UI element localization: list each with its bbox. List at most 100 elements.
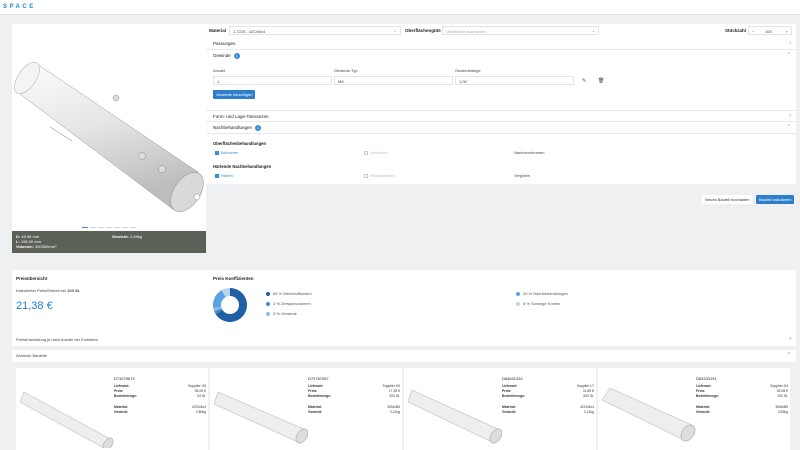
surface-label: Oberflächengüte (405, 28, 441, 33)
chevron-right-icon: › (789, 113, 791, 119)
qty-value[interactable]: 100 (765, 29, 772, 34)
price-overview: Preisübersicht Kalkulierter Preis/Einhei… (12, 270, 206, 334)
view-dot[interactable] (130, 226, 136, 228)
similar-part-card[interactable]: D64631332 Lieferant: Supplier L7 Preis: 11… (404, 368, 596, 450)
similar-parts-section[interactable]: Ähnliche Bauteile ⌃ (12, 350, 796, 362)
price-value: 35,05 € (194, 389, 206, 393)
supplier-row: Lieferant: Supplier G6 (114, 384, 206, 388)
option-verguten[interactable]: Vergüten (514, 173, 530, 178)
part-3d-model[interactable] (12, 24, 206, 214)
legend-label: 3 % Gewinde (273, 311, 297, 316)
similar-part-card[interactable]: D83333151 Lieferant: Supplier D4 Preis: 33… (598, 368, 790, 450)
legend-item: 8 % Sonstige Kosten (516, 301, 560, 306)
thread-col-count: Anzahl (213, 68, 226, 73)
brand-logo[interactable]: SPACE (3, 4, 36, 10)
calculate-part-button[interactable]: Bauteil kalkulieren (756, 195, 795, 204)
legend-item: 3 % Gewinde (266, 311, 297, 316)
config-bar: Material 1.7225 - 42CrMo4 ⌄ Oberflächeng… (206, 24, 796, 38)
thread-type-input[interactable]: M8 (334, 76, 453, 85)
surface-select[interactable]: Oberfläche auswählen ⌄ (442, 26, 599, 35)
view-pagination[interactable] (82, 224, 138, 230)
add-thread-button[interactable]: Gewinde hinzufügen (213, 90, 256, 99)
qty-label: Bestellmenge: (308, 394, 332, 398)
price-description: Kalkulierter Preis/Einheit bei 100 St. (16, 288, 80, 293)
weight-label: Gewicht: (502, 410, 517, 414)
similar-parts-list: D73279679 Lieferant: Supplier G6 Preis: 35… (12, 364, 796, 450)
qty-value: 24 St. (197, 394, 206, 398)
material-value: 1.7225 - 42CrMo4 (233, 29, 266, 34)
section-gewinde[interactable]: Gewinde 1 ⌃ (206, 50, 796, 62)
checkbox-label: Brünieren (221, 150, 239, 155)
checkbox-einsatzhaerten[interactable]: Einsatzhärten (364, 173, 394, 178)
thread-type-value: M8 (338, 79, 344, 84)
weight-value: 2,80kg (195, 410, 206, 414)
supplier-value: Supplier G6 (188, 384, 206, 388)
view-dot[interactable] (114, 226, 120, 228)
material-row: Material: 30MnB5 (308, 405, 400, 409)
view-dot[interactable] (82, 226, 88, 228)
supplier-row: Lieferant: Supplier K9 (308, 384, 400, 388)
view-dot[interactable] (90, 226, 96, 228)
config-panel: Passungen › Gewinde 1 ⌃ Anzahl Gewinde-Ty… (206, 38, 796, 184)
option-nachverchromen[interactable]: Nachverchromen (514, 150, 544, 155)
supplier-label: Lieferant: (502, 384, 518, 388)
part-id: D70767957 (308, 376, 329, 381)
price-coefficients: Preis Koeffizienten 66 % Werkstoffkosten… (206, 270, 796, 334)
legend-item: 3 % Zerspanvolumen (266, 301, 311, 306)
section-form-lage[interactable]: Form- und Lage-Toleranzen › (206, 110, 796, 122)
qty-value: 500 St. (583, 394, 594, 398)
upload-new-part-button[interactable]: Neues Bauteil hochladen (702, 195, 753, 204)
material-value: 30MnB5 (775, 405, 788, 409)
weight-row: Gewicht: 2,80kg (114, 410, 206, 414)
section-nachbehandlungen[interactable]: Nachbehandlungen 1 ⌃ (206, 122, 796, 134)
quantity-stepper[interactable]: − 100 + (748, 26, 792, 35)
surface-placeholder: Oberfläche auswählen (446, 29, 486, 34)
section-title: Preisentwicklung je nach Anzahl der Einh… (16, 337, 98, 342)
edit-icon[interactable]: ✎ (582, 78, 586, 84)
view-dot[interactable] (106, 226, 112, 228)
thread-col-type: Gewinde-Typ (334, 68, 358, 73)
part-thumbnail (407, 389, 502, 444)
qty-plus-button[interactable]: + (786, 29, 788, 34)
checkbox-haerten[interactable]: Härten (215, 173, 233, 178)
checkbox-verzinken[interactable]: Verzinken (364, 150, 388, 155)
checkbox-label: Härten (221, 173, 234, 178)
price-label: Preis: (696, 389, 706, 393)
supplier-label: Lieferant: (696, 384, 712, 388)
section-passungen[interactable]: Passungen › (206, 38, 796, 50)
material-select[interactable]: 1.7225 - 42CrMo4 ⌄ (229, 26, 401, 35)
material-label: Material: (696, 405, 710, 409)
checkbox-brunieren[interactable]: Brünieren (215, 150, 238, 155)
price-value: 11,89 € (582, 389, 594, 393)
weight-value: 2,21kg (583, 410, 594, 414)
view-dot[interactable] (98, 226, 104, 228)
legend-item: 20 % Nachbehandlungen (516, 291, 568, 296)
chevron-up-icon: ⌃ (786, 352, 791, 358)
volume-discount-section[interactable]: Preisentwicklung je nach Anzahl der Einh… (12, 334, 796, 346)
dimension-info: D: 45,96 mm Gewicht: 2,89kg L: 198,00 mm… (12, 231, 206, 253)
legend-item: 66 % Werkstoffkosten (266, 291, 312, 296)
price-label: Preis: (308, 389, 318, 393)
thread-count-input[interactable]: 1 (213, 76, 332, 85)
similar-part-card[interactable]: D70767957 Lieferant: Supplier K9 Preis: 17… (210, 368, 402, 450)
legend-label: 8 % Sonstige Kosten (523, 301, 561, 306)
material-label: Material: (502, 405, 516, 409)
view-dot[interactable] (122, 226, 128, 228)
section-title: Passungen (213, 41, 236, 46)
coefficient-donut-chart (213, 288, 247, 322)
chevron-up-icon: ⌃ (786, 52, 791, 58)
legend-label: 3 % Zerspanvolumen (273, 301, 311, 306)
weight-label: Gewicht: (308, 410, 323, 414)
trash-icon[interactable]: 🗑 (598, 78, 604, 84)
thread-length-input[interactable]: 1,00 (455, 76, 574, 85)
material-label: Material: (114, 405, 128, 409)
qty-minus-button[interactable]: − (752, 29, 754, 34)
weight-row: Gewicht: 2,21kg (308, 410, 400, 414)
material-label: Material (209, 28, 227, 33)
part-viewer[interactable]: D: 45,96 mm Gewicht: 2,89kg L: 198,00 mm… (12, 24, 206, 253)
gewinde-count-badge: 1 (233, 53, 240, 59)
similar-part-card[interactable]: D73279679 Lieferant: Supplier G6 Preis: 35… (16, 368, 208, 450)
price-qty: 100 St. (67, 288, 81, 293)
part-thumbnail (213, 391, 308, 444)
price-row: Preis: 35,05 € (114, 389, 206, 393)
